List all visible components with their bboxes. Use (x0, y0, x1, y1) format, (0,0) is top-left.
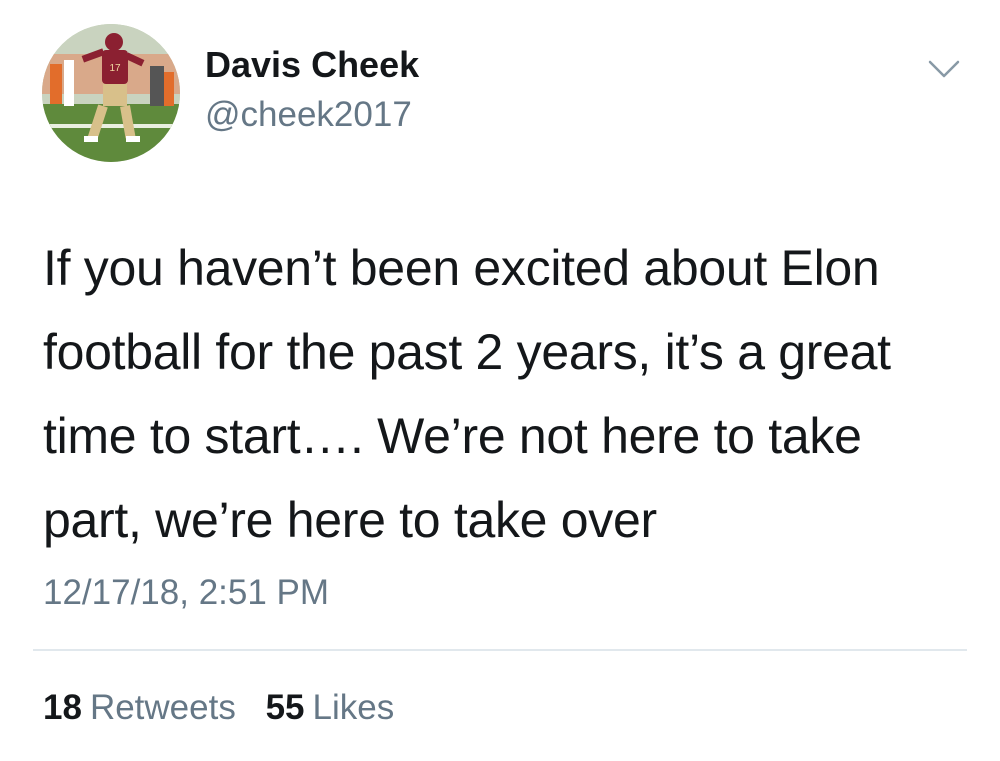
tweet-stats: 18 Retweets 55 Likes (43, 688, 414, 728)
likes-label: Likes (312, 688, 395, 727)
tweet-text-line: If you haven’t been excited about Elon (43, 240, 880, 296)
chevron-down-icon (928, 60, 960, 78)
tweet-menu-button[interactable] (926, 56, 962, 82)
divider (33, 649, 967, 651)
author-handle[interactable]: @cheek2017 (205, 95, 412, 135)
tweet-text-line: time to start…. We’re not here to take (43, 408, 862, 464)
retweets-count: 18 (43, 688, 82, 727)
retweets-label: Retweets (89, 688, 236, 727)
tweet-card: 17 Davis Cheek @cheek2017 If you haven’t… (0, 0, 1000, 761)
tweet-timestamp[interactable]: 12/17/18, 2:51 PM (43, 573, 329, 613)
avatar-photo: 17 (42, 24, 180, 162)
likes-stat[interactable]: 55 Likes (266, 688, 395, 727)
tweet-text: If you haven’t been excited about Elon f… (43, 226, 973, 562)
svg-text:17: 17 (109, 63, 121, 74)
retweets-stat[interactable]: 18 Retweets (43, 688, 236, 727)
avatar[interactable]: 17 (42, 24, 180, 162)
author-name[interactable]: Davis Cheek (205, 44, 419, 86)
tweet-text-line: part, we’re here to take over (43, 492, 657, 548)
tweet-text-line: football for the past 2 years, it’s a gr… (43, 324, 891, 380)
likes-count: 55 (265, 688, 305, 727)
